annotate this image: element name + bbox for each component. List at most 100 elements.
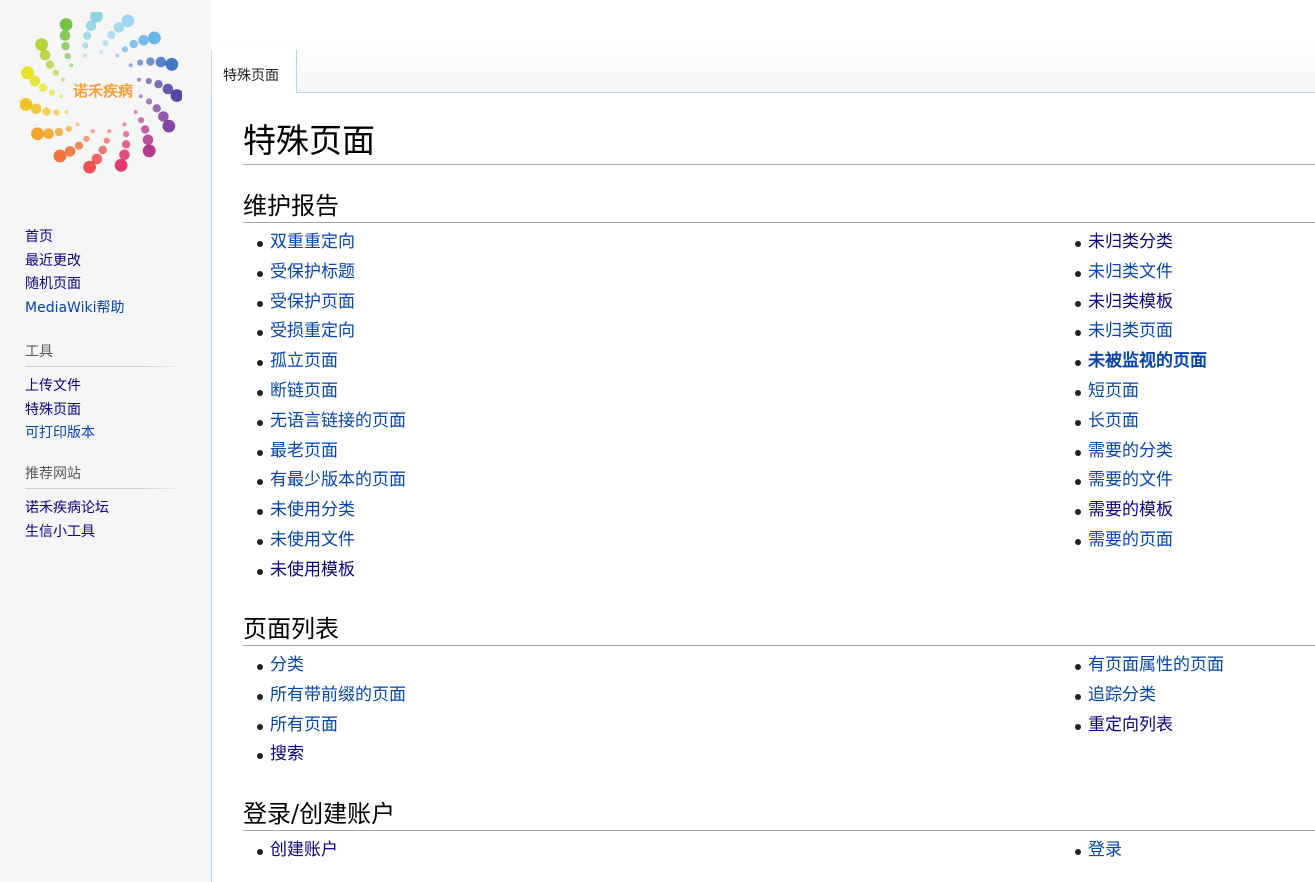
special-page-link[interactable]: 需要的分类 (1088, 441, 1173, 461)
special-page-link[interactable]: 未使用文件 (270, 530, 355, 550)
logo-dot (145, 78, 152, 85)
site-logo[interactable]: 诺禾疾病 (19, 9, 184, 174)
special-page-link[interactable]: 未归类模板 (1088, 292, 1173, 312)
list-item[interactable]: 重定向列表 (1061, 711, 1224, 741)
special-page-link[interactable]: 创建账户 (270, 840, 338, 860)
tab-special-page[interactable]: 特殊页面 (211, 50, 297, 94)
list-item[interactable]: 需要的分类 (1061, 437, 1207, 467)
list-item[interactable]: 无语言链接的页面 (243, 407, 406, 437)
special-page-link[interactable]: 未归类分类 (1088, 232, 1173, 252)
nav-link[interactable]: MediaWiki帮助 (25, 300, 124, 316)
list-item[interactable]: 长页面 (1061, 407, 1207, 437)
special-page-link[interactable]: 短页面 (1088, 381, 1139, 401)
logo-dot (64, 53, 71, 60)
nav-item-random-page[interactable]: 随机页面 (25, 273, 185, 297)
list-item[interactable]: 最老页面 (243, 437, 406, 467)
special-page-link[interactable]: 所有带前缀的页面 (270, 685, 406, 705)
special-page-link[interactable]: 受保护标题 (270, 262, 355, 282)
logo-dot (137, 59, 144, 66)
special-page-link[interactable]: 最老页面 (270, 441, 338, 461)
list-item[interactable]: 未使用模板 (243, 556, 406, 586)
special-page-link[interactable]: 未被监视的页面 (1088, 351, 1207, 371)
special-page-link[interactable]: 未归类页面 (1088, 321, 1173, 341)
logo-dot (138, 117, 145, 124)
logo-dot (102, 40, 109, 47)
recommended-item-tools[interactable]: 生信小工具 (25, 521, 185, 545)
nav-link[interactable]: 随机页面 (25, 276, 81, 292)
special-page-link[interactable]: 孤立页面 (270, 351, 338, 371)
special-page-link[interactable]: 未使用分类 (270, 500, 355, 520)
special-page-link[interactable]: 需要的页面 (1088, 530, 1173, 550)
special-page-link[interactable]: 无语言链接的页面 (270, 411, 406, 431)
nav-link[interactable]: 最近更改 (25, 253, 81, 269)
logo-dot (141, 125, 150, 134)
list-item[interactable]: 未归类文件 (1061, 258, 1207, 288)
tools-heading: 工具 (25, 341, 185, 367)
special-page-link[interactable]: 搜索 (270, 744, 304, 764)
list-item[interactable]: 需要的页面 (1061, 526, 1207, 556)
list-item[interactable]: 所有带前缀的页面 (243, 681, 406, 711)
list-item[interactable]: 未使用文件 (243, 526, 406, 556)
special-page-link[interactable]: 长页面 (1088, 411, 1139, 431)
tools-item-upload[interactable]: 上传文件 (25, 375, 185, 399)
list-item[interactable]: 有页面属性的页面 (1061, 651, 1224, 681)
recommended-link[interactable]: 生信小工具 (25, 524, 95, 540)
special-page-link[interactable]: 重定向列表 (1088, 715, 1173, 735)
list-item[interactable]: 未归类分类 (1061, 228, 1207, 258)
list-item[interactable]: 搜索 (243, 740, 406, 770)
list-item[interactable]: 分类 (243, 651, 406, 681)
recommended-item-forum[interactable]: 诺禾疾病论坛 (25, 497, 185, 521)
list-item[interactable]: 断链页面 (243, 377, 406, 407)
list-item[interactable]: 创建账户 (243, 836, 338, 866)
nav-item-main-page[interactable]: 首页 (25, 226, 185, 250)
special-page-link[interactable]: 受损重定向 (270, 321, 355, 341)
list-item[interactable]: 未被监视的页面 (1061, 347, 1207, 377)
list-item[interactable]: 需要的模板 (1061, 496, 1207, 526)
logo-dot (35, 38, 48, 51)
list-item[interactable]: 孤立页面 (243, 347, 406, 377)
special-page-link[interactable]: 未归类文件 (1088, 262, 1173, 282)
list-item[interactable]: 受损重定向 (243, 317, 406, 347)
list-item[interactable]: 未归类页面 (1061, 317, 1207, 347)
tools-item-printable[interactable]: 可打印版本 (25, 422, 185, 446)
logo-dot (59, 30, 71, 41)
special-page-link[interactable]: 追踪分类 (1088, 685, 1156, 705)
special-page-link[interactable]: 断链页面 (270, 381, 338, 401)
list-item[interactable]: 双重重定向 (243, 228, 406, 258)
logo-dot (142, 144, 156, 158)
special-page-link[interactable]: 受保护页面 (270, 292, 355, 312)
tools-link[interactable]: 可打印版本 (25, 425, 95, 441)
special-page-link[interactable]: 有页面属性的页面 (1088, 655, 1224, 675)
special-page-link[interactable]: 需要的文件 (1088, 470, 1173, 490)
list-item[interactable]: 需要的文件 (1061, 466, 1207, 496)
list-item[interactable]: 登录 (1061, 836, 1122, 866)
tools-item-special-pages[interactable]: 特殊页面 (25, 399, 185, 423)
logo-dot (103, 137, 110, 144)
nav-item-recent-changes[interactable]: 最近更改 (25, 250, 185, 274)
tools-link[interactable]: 特殊页面 (25, 402, 81, 418)
list-item[interactable]: 受保护标题 (243, 258, 406, 288)
special-page-link[interactable]: 未使用模板 (270, 560, 355, 580)
special-page-link[interactable]: 需要的模板 (1088, 500, 1173, 520)
special-page-link[interactable]: 有最少版本的页面 (270, 470, 406, 490)
special-page-link[interactable]: 分类 (270, 655, 304, 675)
logo-dot (53, 149, 67, 163)
recommended-link[interactable]: 诺禾疾病论坛 (25, 500, 109, 516)
nav-item-mediawiki-help[interactable]: MediaWiki帮助 (25, 297, 185, 321)
nav-link[interactable]: 首页 (25, 229, 53, 245)
list-item[interactable]: 有最少版本的页面 (243, 466, 406, 496)
logo-dot (138, 94, 143, 99)
list-item[interactable]: 未归类模板 (1061, 288, 1207, 318)
logo-dot (52, 69, 60, 76)
list-item[interactable]: 未使用分类 (243, 496, 406, 526)
list-item[interactable]: 追踪分类 (1061, 681, 1224, 711)
logo-dot (115, 53, 120, 58)
special-page-link[interactable]: 所有页面 (270, 715, 338, 735)
list-item[interactable]: 所有页面 (243, 711, 406, 741)
link-list: 创建账户 (243, 836, 338, 866)
list-item[interactable]: 短页面 (1061, 377, 1207, 407)
list-item[interactable]: 受保护页面 (243, 288, 406, 318)
special-page-link[interactable]: 登录 (1088, 840, 1122, 860)
tools-link[interactable]: 上传文件 (25, 378, 81, 394)
special-page-link[interactable]: 双重重定向 (270, 232, 355, 252)
